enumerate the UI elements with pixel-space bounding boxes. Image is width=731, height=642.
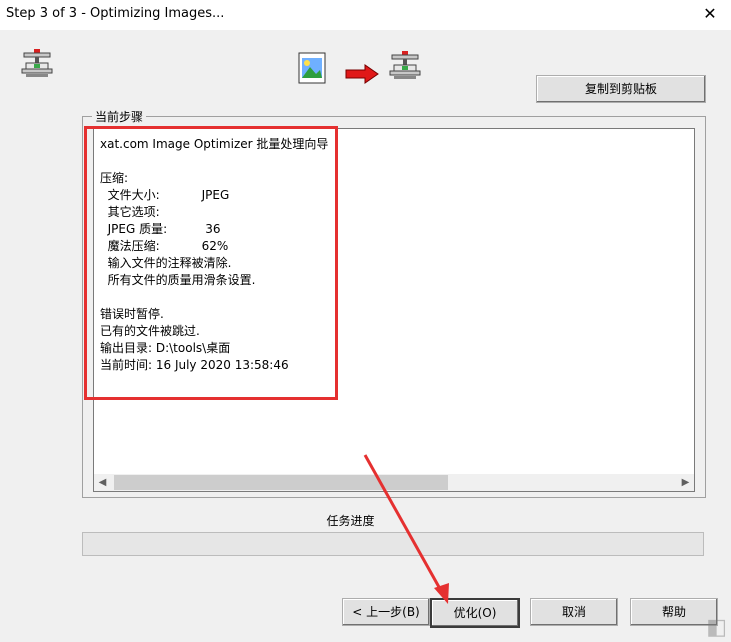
help-button[interactable]: 帮助 <box>630 598 718 626</box>
optimize-button[interactable]: 优化(O) <box>430 598 520 628</box>
task-progress-label: 任务进度 <box>326 514 375 528</box>
watermark-logo: ◧ <box>706 615 727 640</box>
red-arrow-right-icon <box>345 64 379 84</box>
highlight-annotation-box <box>84 126 338 400</box>
close-button[interactable]: ✕ <box>695 2 725 26</box>
vise-clamp-icon <box>21 49 53 77</box>
window-title: Step 3 of 3 - Optimizing Images... <box>6 6 225 21</box>
title-bar: Step 3 of 3 - Optimizing Images... ✕ <box>0 0 731 30</box>
scrollbar-thumb[interactable] <box>114 475 448 490</box>
cancel-button[interactable]: 取消 <box>530 598 618 626</box>
vise-clamp-icon <box>389 51 421 79</box>
copy-to-clipboard-button[interactable]: 复制到剪贴板 <box>536 75 706 103</box>
task-progress-bar <box>82 532 704 556</box>
image-file-icon <box>298 52 326 84</box>
horizontal-scrollbar[interactable]: ◀ ▶ <box>94 474 694 491</box>
back-button[interactable]: < 上一步(B) <box>342 598 430 626</box>
scroll-left-icon[interactable]: ◀ <box>94 474 111 491</box>
current-step-label: 当前步骤 <box>92 108 147 125</box>
scroll-right-icon[interactable]: ▶ <box>677 474 694 491</box>
